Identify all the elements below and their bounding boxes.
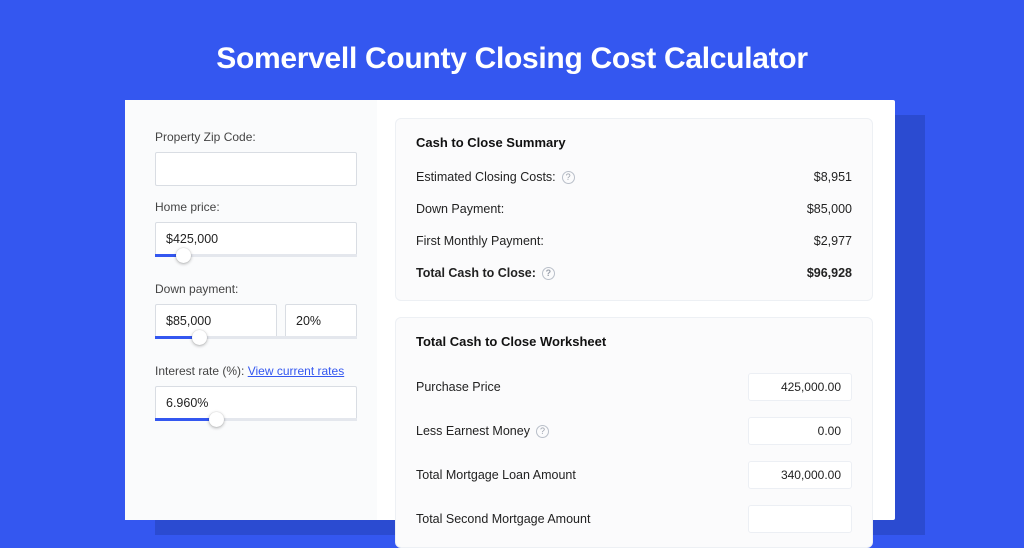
worksheet-row-input[interactable] <box>748 417 852 445</box>
worksheet-row: Less Earnest Money ? <box>416 409 852 453</box>
worksheet-row-input[interactable] <box>748 461 852 489</box>
down-payment-percent-input[interactable] <box>285 304 357 338</box>
summary-total-value: $96,928 <box>807 266 852 280</box>
interest-rate-slider[interactable] <box>155 420 357 432</box>
down-payment-label: Down payment: <box>155 282 357 296</box>
worksheet-row: Total Second Mortgage Amount <box>416 497 852 541</box>
help-icon[interactable]: ? <box>562 171 575 184</box>
inputs-panel: Property Zip Code: Home price: Down paym… <box>125 100 377 520</box>
summary-row: Estimated Closing Costs: ? $8,951 <box>416 166 852 198</box>
calculator-card: Property Zip Code: Home price: Down paym… <box>125 100 895 520</box>
results-panel: Cash to Close Summary Estimated Closing … <box>377 100 895 520</box>
summary-panel: Cash to Close Summary Estimated Closing … <box>395 118 873 301</box>
summary-row-label: First Monthly Payment: <box>416 234 544 248</box>
summary-heading: Cash to Close Summary <box>416 135 852 150</box>
worksheet-heading: Total Cash to Close Worksheet <box>416 334 852 349</box>
summary-row-value: $85,000 <box>807 202 852 216</box>
worksheet-row-label: Purchase Price <box>416 380 501 394</box>
down-payment-slider[interactable] <box>155 338 357 350</box>
summary-row: Down Payment: $85,000 <box>416 198 852 230</box>
worksheet-row-label: Total Mortgage Loan Amount <box>416 468 576 482</box>
view-rates-link[interactable]: View current rates <box>248 364 345 378</box>
summary-row-label: Down Payment: <box>416 202 504 216</box>
summary-row-value: $2,977 <box>814 234 852 248</box>
zip-label: Property Zip Code: <box>155 130 357 144</box>
home-price-label: Home price: <box>155 200 357 214</box>
summary-total-label: Total Cash to Close: <box>416 266 536 280</box>
summary-row: First Monthly Payment: $2,977 <box>416 230 852 262</box>
summary-total-row: Total Cash to Close: ? $96,928 <box>416 262 852 294</box>
worksheet-row-label: Total Second Mortgage Amount <box>416 512 590 526</box>
summary-row-label: Estimated Closing Costs: <box>416 170 556 184</box>
summary-row-value: $8,951 <box>814 170 852 184</box>
page-title: Somervell County Closing Cost Calculator <box>0 0 1024 76</box>
worksheet-row-label: Less Earnest Money <box>416 424 530 438</box>
down-payment-input[interactable] <box>155 304 277 338</box>
interest-rate-label: Interest rate (%): View current rates <box>155 364 357 378</box>
worksheet-row-input[interactable] <box>748 373 852 401</box>
zip-input[interactable] <box>155 152 357 186</box>
worksheet-row-input[interactable] <box>748 505 852 533</box>
interest-rate-input[interactable] <box>155 386 357 420</box>
worksheet-row: Total Mortgage Loan Amount <box>416 453 852 497</box>
worksheet-panel: Total Cash to Close Worksheet Purchase P… <box>395 317 873 548</box>
help-icon[interactable]: ? <box>536 425 549 438</box>
worksheet-row: Purchase Price <box>416 365 852 409</box>
help-icon[interactable]: ? <box>542 267 555 280</box>
home-price-slider[interactable] <box>155 256 357 268</box>
